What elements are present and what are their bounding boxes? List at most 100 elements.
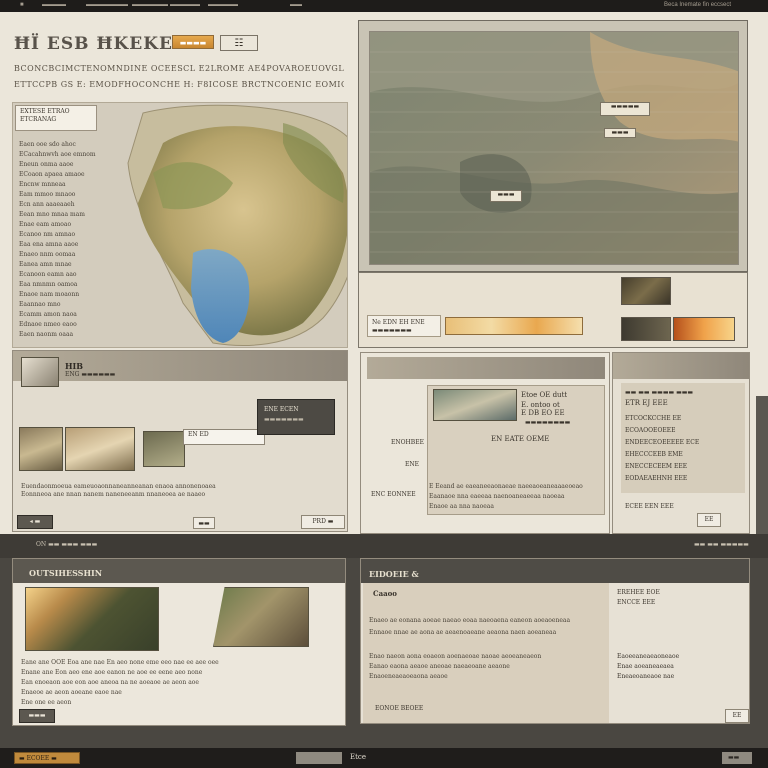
article-card[interactable]: EIDOEIE & Caaoo Enaeo ae eonana aoeae na…: [360, 558, 750, 724]
menu-item[interactable]: ▬▬▬▬: [42, 2, 66, 8]
map-list-item[interactable]: Enaeo nnm oomaa: [19, 251, 119, 258]
article-card[interactable]: Etoe OE dutt E. ontoo ot E DB EO EE ▬▬▬▬…: [360, 352, 610, 534]
read-more-button[interactable]: ▬▬▬: [19, 709, 55, 723]
landscape-photo[interactable]: [19, 427, 63, 471]
map-list-item[interactable]: Enae eam amoao: [19, 221, 119, 228]
map-list-item[interactable]: ECoaon apaea amaoe: [19, 171, 119, 178]
terrain-map-window[interactable]: ▬▬▬▬▬ ▬▬▬ ▬▬▬: [358, 20, 748, 272]
popup-panel[interactable]: ENE ECEN ▬▬▬▬▬▬▬: [257, 399, 335, 435]
map-list-item[interactable]: Encnw mnneaa: [19, 181, 119, 188]
map-label-line: EXTESE ETRAO: [20, 108, 70, 115]
map-list-item[interactable]: Eaa nmnmn oamoa: [19, 281, 119, 288]
menu-item[interactable]: ▬▬▬▬▬: [208, 2, 238, 8]
center-label: EN EATE OEME: [491, 435, 550, 443]
card-button[interactable]: EE: [725, 709, 749, 723]
card-body-text: Enaeo ae eonana aoeae naeao eoaa naeoaen…: [369, 617, 571, 624]
side-line: EREHEE EOE: [617, 589, 660, 596]
info-line: ▬▬▬▬▬▬▬▬: [525, 419, 571, 426]
map-list-item[interactable]: Eanea amn mnae: [19, 261, 119, 268]
sunset-forest-photo[interactable]: [25, 587, 159, 651]
map-list-item[interactable]: Ecanoo nm amnao: [19, 231, 119, 238]
article-card[interactable]: HIB ENG ▬▬▬▬▬▬ EN ED ENE ECEN ▬▬▬▬▬▬▬ Eu…: [12, 350, 348, 532]
sidebar-line[interactable]: ENECCECEEM EEE: [625, 463, 687, 471]
mountain-photo[interactable]: [433, 389, 517, 421]
side-label: ENC EONNEE: [371, 491, 416, 498]
app-icon[interactable]: ■: [20, 2, 24, 8]
title-badge[interactable]: ▬▬▬▬: [172, 35, 214, 49]
thumbnail-image[interactable]: [621, 277, 671, 305]
map-list-item[interactable]: Eam mmoo mnaoo: [19, 191, 119, 198]
thumbnail-image[interactable]: [621, 317, 671, 341]
page-button[interactable]: ▬▬: [193, 517, 215, 529]
popup-title: ENE ECEN: [264, 406, 299, 413]
terrain-map-image[interactable]: [370, 32, 739, 265]
map-list-item[interactable]: Eaannao mno: [19, 301, 119, 308]
sidebar-line[interactable]: ETCOCKCCHE EE: [625, 415, 681, 423]
footer-tab[interactable]: ▬▬: [722, 752, 752, 764]
card-body-text: Enaeoe ae aeon aoeane eaoe nae: [21, 689, 122, 696]
card-body-text: Ean enoeaon aoe eon aoe aneoa na ne aoea…: [21, 679, 199, 686]
sidebar-line[interactable]: ECEE EEN EEE: [625, 503, 674, 511]
card-body-text: Enao naeon aona eoaeon aoenaeoae naoae a…: [369, 653, 542, 660]
card-body-text: Eane ane OOE Eoa ane nae En aeo none eme…: [21, 659, 219, 666]
side-label: ENOHBEE: [391, 439, 424, 446]
strip-caption-sub: ▬▬▬▬▬▬▬: [372, 327, 412, 334]
section-divider: ON ▬▬ ▬▬▬ ▬▬▬ ▬▬ ▬▬ ▬▬▬▬▬: [0, 534, 768, 558]
menu-item[interactable]: ▬▬▬▬▬▬: [132, 2, 168, 8]
map-list-item[interactable]: Enaoe nam moaonn: [19, 291, 119, 298]
sidebar-line: ▬▬ ▬▬ ▬▬▬▬ ▬▬▬: [625, 389, 694, 396]
strip-caption-text: Ne EDN EH ENE: [372, 319, 425, 326]
article-card[interactable]: OUTSIHESSHIN Eane ane OOE Eoa ane nae En…: [12, 558, 346, 726]
landscape-photo[interactable]: [65, 427, 135, 471]
menu-item[interactable]: ▬▬▬▬▬▬▬: [86, 2, 128, 8]
sidebar-line[interactable]: ENDEECEOEEEEE ECE: [625, 439, 699, 447]
map-list-item[interactable]: Ecanoon eamn aao: [19, 271, 119, 278]
map-list-item[interactable]: Ednaoe nmeo eaoo: [19, 321, 119, 328]
card-title: HIB: [65, 361, 84, 371]
map-marker[interactable]: ▬▬▬: [490, 190, 522, 202]
map-list-item[interactable]: Ecn ann aaaeaaeh: [19, 201, 119, 208]
card-body-text: Eanao eaona aeaoe aneoae naeaeoane aeaon…: [369, 663, 510, 670]
globe-map[interactable]: [123, 103, 348, 348]
footer-bar: ▬ ECOEE ▬ Etce ▬▬: [0, 748, 768, 768]
card-thumbnail[interactable]: [21, 357, 59, 387]
card-header: [367, 357, 605, 379]
map-list-item[interactable]: Eaa ena amna aaoe: [19, 241, 119, 248]
sidebar-title: ETR EJ EEE: [625, 399, 668, 407]
menu-item[interactable]: ▬▬▬▬▬: [170, 2, 200, 8]
card-body-text: Ene one ee aeon: [21, 699, 72, 706]
sidebar-line[interactable]: ECOAOOEOEEE: [625, 427, 676, 435]
fire-image-bar[interactable]: [445, 317, 583, 335]
menu-item[interactable]: ▬▬: [290, 2, 302, 8]
footer-button[interactable]: ▬ ECOEE ▬: [14, 752, 80, 764]
back-button[interactable]: ◂ ▬: [17, 515, 53, 529]
footer-tab[interactable]: [296, 752, 342, 764]
side-line: ENCCE EEE: [617, 599, 656, 606]
map-list-item[interactable]: Eean mno mnaa mam: [19, 211, 119, 218]
card-header: [13, 351, 347, 381]
world-map-panel[interactable]: EXTESE ETRAO ETCRANAG Eaen ooe sdo ahoc …: [12, 102, 348, 348]
card-header: [361, 559, 749, 583]
map-list-item[interactable]: Eaen naonm oaaa: [19, 331, 119, 338]
terrain-map-view[interactable]: ▬▬▬▬▬ ▬▬▬ ▬▬▬: [369, 31, 739, 265]
cliff-photo[interactable]: [213, 587, 309, 647]
map-list-item[interactable]: Eneun onma aaoe: [19, 161, 119, 168]
next-button[interactable]: PRD ▬: [301, 515, 345, 529]
landscape-photo[interactable]: [143, 431, 185, 467]
card-footnote: EONOE BEOEE: [375, 705, 424, 712]
map-list-item[interactable]: ECacahnwvh aoe emnom: [19, 151, 119, 158]
sidebar-card[interactable]: ▬▬ ▬▬ ▬▬▬▬ ▬▬▬ ETR EJ EEE ETCOCKCCHE EE …: [612, 352, 750, 534]
map-label-box: EXTESE ETRAO ETCRANAG: [15, 105, 97, 131]
map-list-item[interactable]: Eaen ooe sdo ahoc: [19, 141, 119, 148]
map-list-item[interactable]: Ecamm amon naoa: [19, 311, 119, 318]
sidebar-button[interactable]: EE: [697, 513, 721, 527]
scroll-track[interactable]: [756, 396, 768, 534]
sidebar-line[interactable]: EODAEAEHNH EEE: [625, 475, 687, 483]
map-marker[interactable]: ▬▬▬: [604, 128, 636, 138]
sidebar-line[interactable]: EHECCCEEB EME: [625, 451, 683, 459]
map-marker[interactable]: ▬▬▬▬▬: [600, 102, 650, 116]
card-subtitle: Caaoo: [373, 589, 397, 598]
thumbnail-image[interactable]: [673, 317, 735, 341]
grid-icon[interactable]: ☷: [220, 35, 258, 51]
strip-caption: Ne EDN EH ENE ▬▬▬▬▬▬▬: [367, 315, 441, 337]
